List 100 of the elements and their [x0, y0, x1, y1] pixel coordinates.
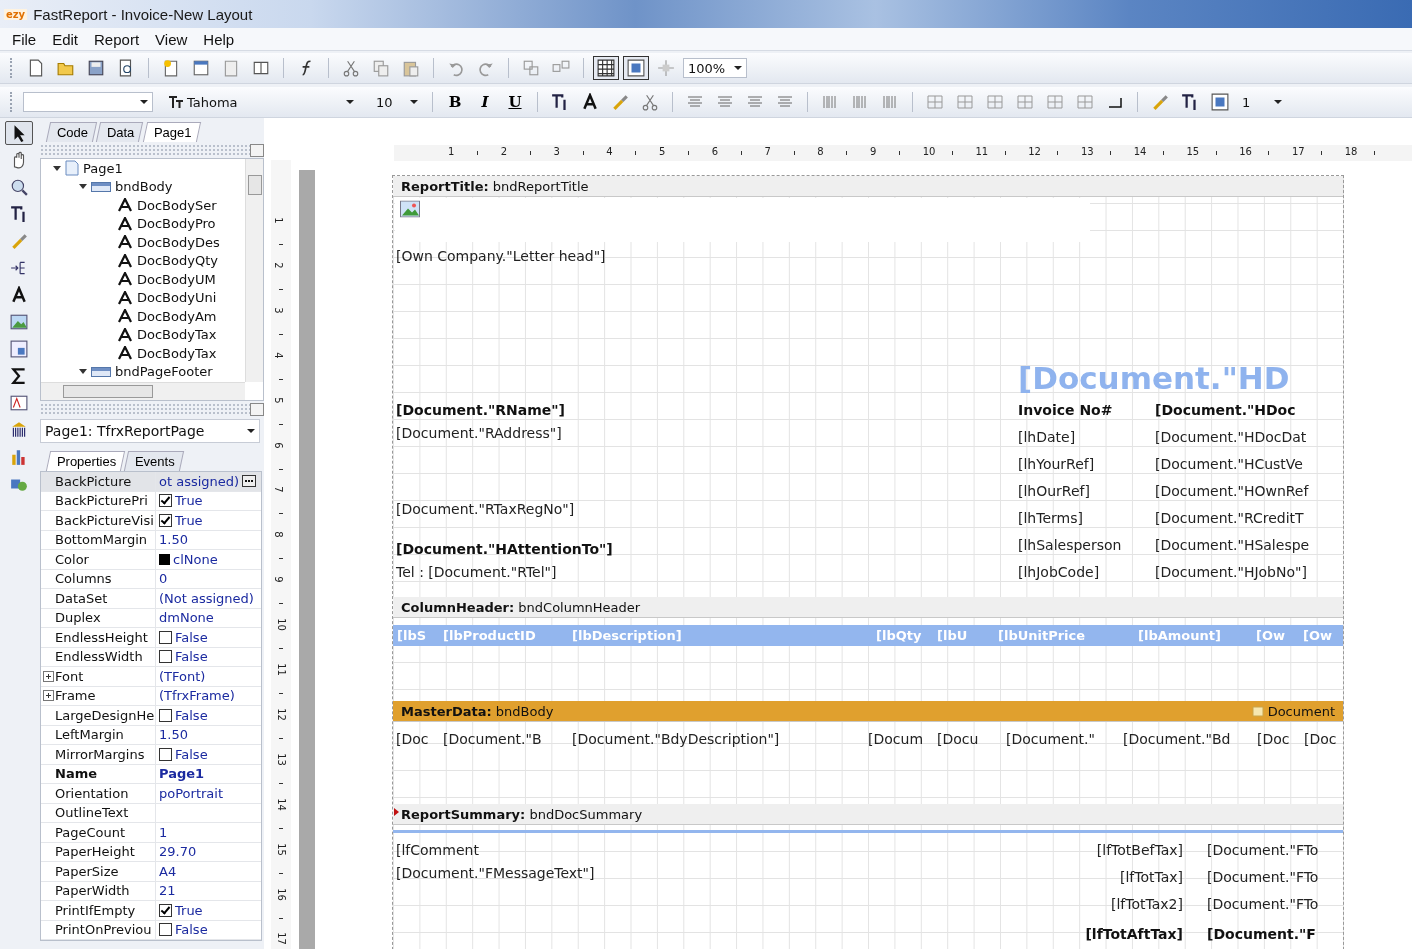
expand-plus-icon[interactable]: [43, 690, 54, 702]
barcode-icon: [10, 421, 28, 439]
tree-item[interactable]: DocBodySer: [137, 196, 217, 214]
property-name[interactable]: EndlessHeight: [55, 629, 155, 645]
tree-item[interactable]: DocBodyDes: [137, 233, 220, 251]
zoom-dropdown[interactable]: 100%: [683, 58, 747, 78]
tree-item[interactable]: DocBodyTax: [137, 344, 217, 362]
property-name[interactable]: EndlessWidth: [55, 649, 155, 665]
page-tab[interactable]: Data: [95, 122, 144, 142]
band-header[interactable]: ReportSummary: bndDocSummary: [393, 804, 1343, 825]
ruler-number: 14: [1133, 146, 1147, 157]
tree-item[interactable]: DocBodyTax: [137, 326, 217, 344]
property-value: (TFont): [159, 668, 206, 684]
property-value: False: [175, 649, 208, 665]
property-name[interactable]: PageCount: [55, 824, 155, 840]
checkbox[interactable]: [159, 708, 172, 722]
property-name[interactable]: Font: [55, 668, 155, 684]
property-name[interactable]: BackPictureVisi: [55, 512, 155, 528]
tree-item[interactable]: DocBodyQty: [137, 252, 218, 270]
property-name[interactable]: PaperSize: [55, 863, 155, 879]
brush-icon: [1151, 93, 1169, 111]
page-settings-icon: [252, 59, 270, 77]
tool-button[interactable]: [5, 121, 33, 145]
ruler-number: 1: [448, 146, 455, 157]
property-name[interactable]: BottomMargin: [55, 532, 155, 548]
ruler-number: 14: [275, 797, 287, 811]
field-text: [lhSalesperson: [1018, 537, 1122, 553]
band-header[interactable]: ReportTitle: bndReportTitle: [393, 176, 1343, 197]
field-text: [Document."Bd: [1123, 731, 1231, 747]
field-text: [Document."HDoc: [1155, 402, 1296, 418]
checkbox[interactable]: [159, 747, 172, 761]
tree-item[interactable]: Page1: [83, 159, 123, 177]
property-name[interactable]: Frame: [55, 688, 155, 704]
checkbox[interactable]: [159, 923, 172, 937]
new-page-icon: [162, 59, 180, 77]
page-tab[interactable]: Code: [45, 122, 98, 142]
field-text: [Document."B: [443, 731, 542, 747]
text-style-button[interactable]: I: [472, 90, 498, 114]
property-name[interactable]: BackPicturePri: [55, 493, 155, 509]
tree-item[interactable]: DocBodyUni: [137, 289, 217, 307]
column-label: [lbDescription]: [572, 627, 682, 643]
tree-item[interactable]: DocBodyUM: [137, 270, 216, 288]
property-name[interactable]: Color: [55, 551, 155, 567]
grid-icon: [597, 59, 615, 77]
scrollbar[interactable]: [41, 382, 245, 400]
property-name[interactable]: LargeDesignHe: [55, 707, 155, 723]
menu-item[interactable]: Edit: [44, 30, 87, 48]
property-name[interactable]: LeftMargin: [55, 727, 155, 743]
property-name[interactable]: PaperWidth: [55, 883, 155, 899]
checkbox[interactable]: [159, 903, 172, 917]
property-name[interactable]: DataSet: [55, 590, 155, 606]
property-name[interactable]: MirrorMargins: [55, 746, 155, 762]
menu-item[interactable]: Help: [195, 30, 243, 48]
ruler-number: 13: [275, 752, 287, 766]
field-text: [Document."HOwnRef: [1155, 483, 1309, 499]
tree-item[interactable]: DocBodyPro: [137, 215, 216, 233]
menu-item[interactable]: View: [147, 30, 196, 48]
property-name[interactable]: PaperHeight: [55, 844, 155, 860]
scrollbar[interactable]: [245, 159, 263, 382]
property-name[interactable]: Name: [55, 766, 155, 782]
property-value: (Not assigned): [159, 590, 254, 606]
inspector-tab[interactable]: Events: [124, 451, 185, 471]
property-name[interactable]: Duplex: [55, 610, 155, 626]
field-text: [Document."BdyDescription"]: [572, 731, 780, 747]
expand-plus-icon[interactable]: [43, 670, 54, 682]
tree-item[interactable]: bndBody: [115, 178, 173, 196]
frame-width-dropdown[interactable]: 1: [1237, 92, 1287, 112]
menu-item[interactable]: Report: [86, 30, 148, 48]
property-name[interactable]: OutlineText: [55, 805, 155, 821]
align-icon: [777, 95, 793, 109]
checkbox[interactable]: [159, 630, 172, 644]
page-tab[interactable]: Page1: [142, 122, 201, 142]
frame-icon: [1017, 95, 1033, 109]
checkbox[interactable]: [159, 494, 172, 508]
font-dropdown[interactable]: Tahoma: [163, 92, 359, 112]
text-style-button[interactable]: U: [502, 90, 528, 114]
tree-item[interactable]: bndPageFooter: [115, 363, 213, 381]
property-name[interactable]: PrintIfEmpty: [55, 902, 155, 918]
paste-icon: [402, 59, 420, 77]
band-header[interactable]: MasterData: bndBody Document: [393, 701, 1343, 722]
text-style-button[interactable]: B: [442, 90, 468, 114]
checkbox[interactable]: [159, 513, 172, 527]
property-name[interactable]: PrintOnPreviou: [55, 922, 155, 938]
text-tool-icon: [10, 286, 28, 304]
toolbar-button[interactable]: [593, 56, 619, 80]
field-text: [lfTotTax2]: [1111, 896, 1183, 912]
field-text: [Document."HJobNo"]: [1155, 564, 1307, 580]
field-text: [Document.": [1006, 731, 1095, 747]
object-dropdown[interactable]: Page1: TfrxReportPage: [40, 419, 260, 443]
band-header[interactable]: ColumnHeader: bndColumnHeader: [393, 597, 1343, 618]
inspector-tab[interactable]: Properties: [45, 451, 126, 471]
property-name[interactable]: Columns: [55, 571, 155, 587]
tree-item[interactable]: DocBodyAm: [137, 307, 217, 325]
font-size-dropdown[interactable]: 10: [371, 92, 423, 112]
menu-item[interactable]: File: [4, 30, 45, 48]
property-name[interactable]: BackPicture: [55, 473, 155, 489]
ellipsis-button[interactable]: [242, 475, 257, 488]
property-name[interactable]: Orientation: [55, 785, 155, 801]
checkbox[interactable]: [159, 650, 172, 664]
toolbar-button[interactable]: [623, 56, 649, 80]
